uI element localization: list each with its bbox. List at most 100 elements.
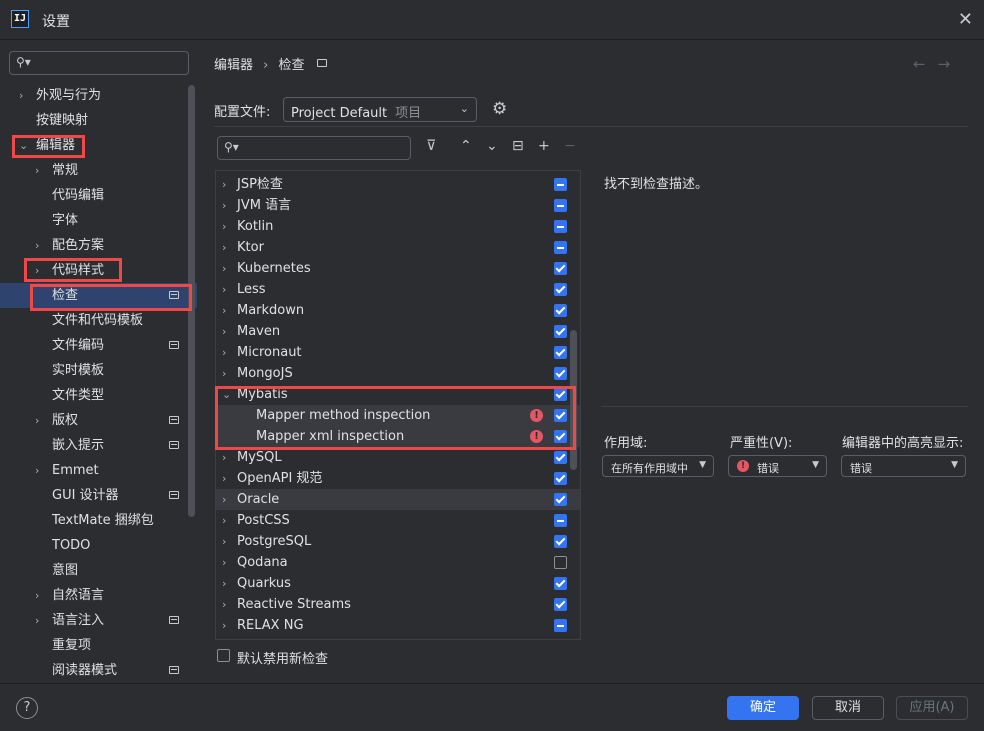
sidebar-item[interactable]: 意图 — [0, 558, 197, 583]
chevron-right-icon[interactable]: › — [222, 510, 226, 531]
inspection-checkbox[interactable] — [554, 199, 567, 212]
inspection-checkbox[interactable] — [554, 535, 567, 548]
inspection-checkbox[interactable] — [554, 346, 567, 359]
inspection-group[interactable]: › Kubernetes — [216, 258, 580, 279]
inspection-group[interactable]: › Micronaut — [216, 342, 580, 363]
inspection-checkbox[interactable] — [554, 556, 567, 569]
sidebar-item[interactable]: TextMate 捆绑包 — [0, 508, 197, 533]
inspection-item[interactable]: Mapper method inspection! — [216, 405, 580, 426]
chevron-right-icon[interactable]: › — [222, 573, 226, 594]
sidebar-item[interactable]: 重复项 — [0, 633, 197, 658]
forward-arrow-icon[interactable]: → — [938, 55, 963, 73]
inspection-checkbox[interactable] — [554, 430, 567, 443]
sidebar-item[interactable]: 实时模板 — [0, 358, 197, 383]
chevron-right-icon[interactable]: › — [222, 594, 226, 615]
sidebar-item[interactable]: 字体 — [0, 208, 197, 233]
chevron-right-icon[interactable]: › — [19, 83, 23, 108]
chevron-down-icon[interactable]: ⌄ — [19, 133, 28, 158]
back-arrow-icon[interactable]: ← — [913, 55, 938, 73]
sidebar-item[interactable]: › 代码样式 — [0, 258, 197, 283]
sidebar-item[interactable]: › 配色方案 — [0, 233, 197, 258]
inspection-checkbox[interactable] — [554, 262, 567, 275]
inspection-checkbox[interactable] — [554, 619, 567, 632]
expand-all-icon[interactable]: ⌃ — [460, 138, 472, 154]
inspection-group[interactable]: › Qodana — [216, 552, 580, 573]
inspection-group[interactable]: › OpenAPI 规范 — [216, 468, 580, 489]
chevron-right-icon[interactable]: › — [222, 552, 226, 573]
inspection-group[interactable]: › MongoJS — [216, 363, 580, 384]
inspection-group[interactable]: › Kotlin — [216, 216, 580, 237]
inspection-group[interactable]: › Oracle — [216, 489, 580, 510]
sidebar-scrollbar[interactable] — [188, 85, 195, 517]
inspection-checkbox[interactable] — [554, 283, 567, 296]
chevron-right-icon[interactable]: › — [222, 363, 226, 384]
collapse-all-icon[interactable]: ⌄ — [486, 138, 498, 154]
inspection-search-input[interactable]: ⚲▾ — [217, 136, 411, 160]
sidebar-item[interactable]: TODO — [0, 533, 197, 558]
chevron-right-icon[interactable]: › — [35, 408, 39, 433]
inspection-item[interactable]: Mapper xml inspection! — [216, 426, 580, 447]
inspection-checkbox[interactable] — [554, 472, 567, 485]
chevron-right-icon[interactable]: › — [222, 195, 226, 216]
ok-button[interactable]: 确定 — [727, 696, 799, 720]
add-icon[interactable]: + — [538, 138, 550, 154]
chevron-right-icon[interactable]: › — [35, 583, 39, 608]
inspection-checkbox[interactable] — [554, 220, 567, 233]
sidebar-item[interactable]: ⌄ 编辑器 — [0, 133, 197, 158]
inspection-group[interactable]: ⌄ Mybatis — [216, 384, 580, 405]
breadcrumb-parent[interactable]: 编辑器 — [214, 58, 253, 73]
inspection-group[interactable]: › RELAX NG — [216, 615, 580, 636]
scope-select[interactable]: 在所有作用域中 ▼ — [602, 455, 714, 477]
inspection-group[interactable]: › PostgreSQL — [216, 531, 580, 552]
chevron-right-icon[interactable]: › — [35, 158, 39, 183]
inspection-group[interactable]: › Quarkus — [216, 573, 580, 594]
inspection-checkbox[interactable] — [554, 598, 567, 611]
help-icon[interactable]: ? — [16, 697, 38, 719]
chevron-right-icon[interactable]: › — [222, 447, 226, 468]
sidebar-item[interactable]: › 语言注入 — [0, 608, 197, 633]
gear-icon[interactable]: ⚙ — [492, 99, 507, 119]
chevron-right-icon[interactable]: › — [222, 531, 226, 552]
chevron-right-icon[interactable]: › — [222, 342, 226, 363]
sidebar-item[interactable]: 嵌入提示 — [0, 433, 197, 458]
inspection-checkbox[interactable] — [554, 493, 567, 506]
profile-select[interactable]: Project Default 项目 ⌄ — [283, 97, 477, 122]
inspection-group[interactable]: › Less — [216, 279, 580, 300]
sidebar-item[interactable]: 文件和代码模板 — [0, 308, 197, 333]
sidebar-item[interactable]: 文件编码 — [0, 333, 197, 358]
inspection-group[interactable]: › Ktor — [216, 237, 580, 258]
chevron-right-icon[interactable]: › — [35, 258, 39, 283]
sidebar-item[interactable]: › 自然语言 — [0, 583, 197, 608]
filter-icon[interactable]: ⊽ — [426, 138, 436, 154]
chevron-right-icon[interactable]: › — [222, 279, 226, 300]
chevron-right-icon[interactable]: › — [35, 608, 39, 633]
settings-search-input[interactable]: ⚲▾ — [9, 51, 189, 75]
inspection-checkbox[interactable] — [554, 325, 567, 338]
sidebar-item[interactable]: › Emmet — [0, 458, 197, 483]
inspection-checkbox[interactable] — [554, 367, 567, 380]
inspection-group[interactable]: › Reactive Streams — [216, 594, 580, 615]
chevron-right-icon[interactable]: › — [222, 258, 226, 279]
inspection-checkbox[interactable] — [554, 577, 567, 590]
chevron-right-icon[interactable]: › — [222, 489, 226, 510]
inspection-checkbox[interactable] — [554, 304, 567, 317]
inspection-checkbox[interactable] — [554, 514, 567, 527]
inspection-checkbox[interactable] — [554, 241, 567, 254]
inspection-group[interactable]: › JSP检查 — [216, 174, 580, 195]
inspection-checkbox[interactable] — [554, 178, 567, 191]
reset-icon[interactable]: ⊟ — [512, 138, 524, 154]
inspection-group[interactable]: › MySQL — [216, 447, 580, 468]
sidebar-item[interactable]: › 常规 — [0, 158, 197, 183]
inspection-checkbox[interactable] — [554, 451, 567, 464]
sidebar-item[interactable]: 按键映射 — [0, 108, 197, 133]
inspection-group[interactable]: › JVM 语言 — [216, 195, 580, 216]
severity-select[interactable]: ! 错误 ▼ — [728, 455, 827, 477]
highlight-select[interactable]: 错误 ▼ — [841, 455, 966, 477]
inspection-scrollbar[interactable] — [570, 330, 577, 470]
sidebar-item[interactable]: 阅读器模式 — [0, 658, 197, 683]
chevron-right-icon[interactable]: › — [222, 300, 226, 321]
sidebar-item[interactable]: 检查 — [0, 283, 197, 308]
chevron-right-icon[interactable]: › — [35, 233, 39, 258]
checkbox[interactable] — [217, 649, 230, 662]
chevron-right-icon[interactable]: › — [222, 468, 226, 489]
